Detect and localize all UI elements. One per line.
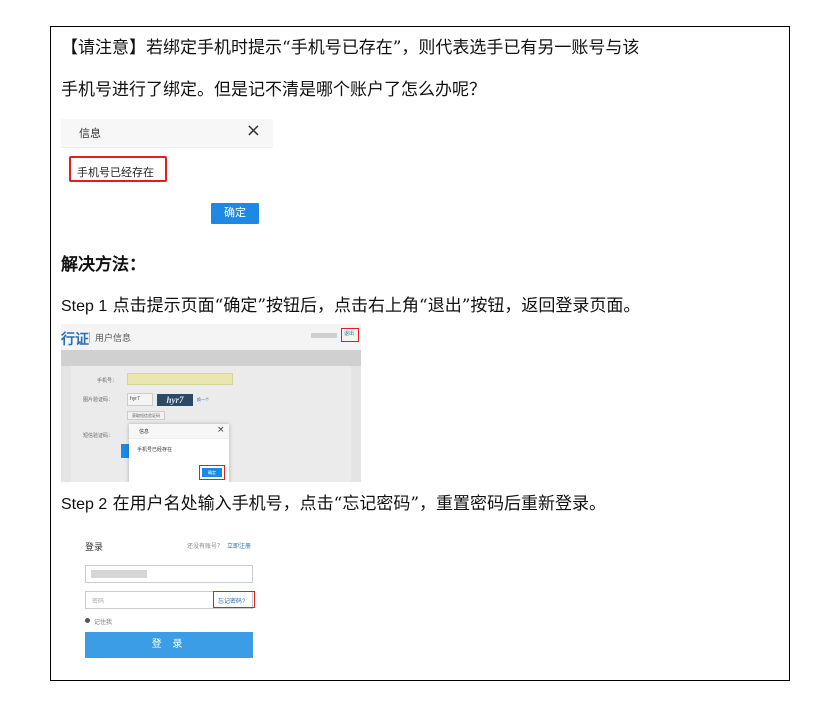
- breadcrumb: 用户信息: [95, 333, 132, 343]
- notice-line-1: 【请注意】若绑定手机时提示“手机号已存在”，则代表选手已有另一账号与该: [61, 38, 640, 58]
- close-icon[interactable]: ×: [246, 120, 261, 141]
- refresh-captcha-link[interactable]: 换一个: [197, 397, 209, 403]
- info-dialog-screenshot: 信息 × 手机号已经存在 确定: [61, 119, 273, 231]
- confirm-button[interactable]: 确定: [211, 203, 259, 224]
- step2-text: Step 2 在用户名处输入手机号，点击“忘记密码”，重置密码后重新登录。: [61, 493, 606, 516]
- phone-label: 手机号：: [97, 378, 118, 384]
- header-band: [61, 350, 361, 366]
- info-dialog: 信息 × 手机号已经存在 确定: [129, 424, 229, 482]
- confirm-button[interactable]: 确定: [202, 468, 222, 477]
- blurred-username: [311, 333, 337, 338]
- sms-code-button[interactable]: 获取短信验证码: [127, 411, 165, 420]
- captcha-value: hyr7: [130, 396, 140, 402]
- blurred-username: [91, 570, 147, 578]
- logout-link[interactable]: 退出: [344, 330, 354, 337]
- step1-label: Step 1: [61, 298, 108, 315]
- content-frame: 【请注意】若绑定手机时提示“手机号已存在”，则代表选手已有另一账号与该 手机号进…: [50, 26, 790, 681]
- remember-checkbox[interactable]: [85, 618, 90, 623]
- login-form-screenshot: 登录 还没有账号？ 立即注册 密码 忘记密码? 记住我 登 录: [61, 532, 261, 667]
- register-link[interactable]: 立即注册: [227, 541, 251, 550]
- sms-code-label: 短信验证码：: [83, 433, 114, 439]
- solution-title: 解决方法：: [61, 255, 146, 275]
- dialog-message: 手机号已经存在: [77, 167, 154, 179]
- login-title: 登录: [85, 542, 104, 552]
- brand-text: 行证: [61, 331, 89, 347]
- register-prompt: 还没有账号？: [187, 544, 224, 550]
- form-panel: 手机号： 图片验证码： hyr7 hyr7 换一个 获取短信验证码 短信验证码：…: [71, 366, 351, 482]
- step2-description: 在用户名处输入手机号，点击“忘记密码”，重置密码后重新登录。: [112, 494, 607, 514]
- notice-line-2: 手机号进行了绑定。但是记不清是哪个账户了怎么办呢？: [61, 80, 486, 100]
- close-icon[interactable]: ×: [217, 425, 225, 435]
- forgot-password-link[interactable]: 忘记密码?: [218, 596, 245, 605]
- captcha-label: 图片验证码：: [83, 397, 114, 403]
- dialog-title: 信息: [139, 429, 150, 435]
- divider: [89, 332, 90, 343]
- password-placeholder: 密码: [92, 599, 105, 605]
- step1-description: 点击提示页面“确定”按钮后，点击右上角“退出”按钮，返回登录页面。: [112, 296, 641, 316]
- step2-label: Step 2: [61, 496, 108, 513]
- phone-input[interactable]: [127, 373, 233, 385]
- captcha-image: hyr7: [157, 394, 193, 406]
- dialog-title: 信息: [79, 128, 101, 140]
- login-button[interactable]: 登 录: [85, 632, 253, 658]
- dialog-message: 手机号已经存在: [137, 447, 173, 453]
- logout-screenshot: 行证 用户信息 退出 手机号： 图片验证码： hyr7 hyr7 换一个 获取短…: [61, 324, 361, 482]
- step1-text: Step 1 点击提示页面“确定”按钮后，点击右上角“退出”按钮，返回登录页面。: [61, 295, 640, 318]
- remember-label: 记住我: [94, 620, 113, 626]
